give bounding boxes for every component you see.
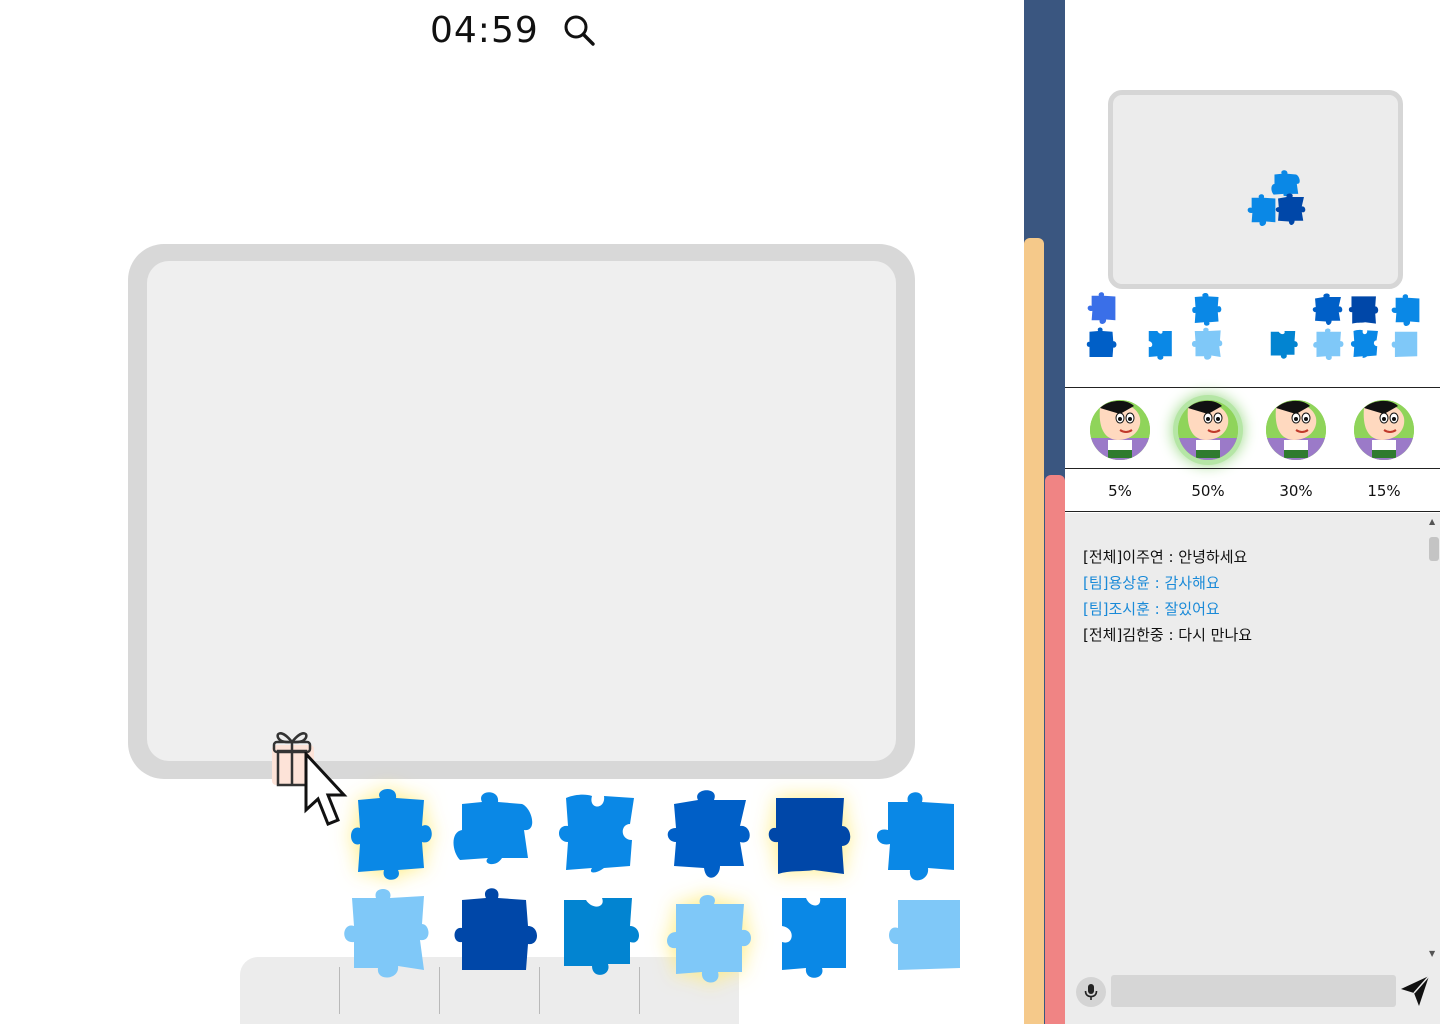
chat-log[interactable]: [전체]이주연 : 안녕하세요 [팀]용상윤 : 감사해요 [팀]조시훈 : 잘… <box>1065 513 1440 963</box>
player-avatar[interactable] <box>1090 400 1150 460</box>
puzzle-board-frame <box>128 244 915 779</box>
chat-message-team: [팀]조시훈 : 잘있어요 <box>1083 600 1220 618</box>
search-icon[interactable] <box>561 12 597 48</box>
mini-piece[interactable] <box>1310 292 1346 328</box>
chat-input[interactable] <box>1111 975 1396 1007</box>
scroll-thumb[interactable] <box>1429 537 1439 561</box>
divider <box>1065 468 1440 469</box>
mini-piece[interactable] <box>1345 292 1381 328</box>
player-progress-list: 5% 50% 30% 15% <box>1065 478 1440 504</box>
game-stage: 04:59 5% 50% 30% 15% [전체]이주연: 안녕하세요 [팀]… <box>0 0 1440 1024</box>
player-progress: 50% <box>1191 482 1225 500</box>
send-icon[interactable] <box>1399 974 1431 1008</box>
timer-bar: 04:59 <box>430 8 630 52</box>
puzzle-piece[interactable] <box>448 786 540 886</box>
chat-input-row <box>1065 963 1440 1024</box>
minimap[interactable] <box>1108 90 1403 289</box>
mic-icon[interactable] <box>1076 977 1106 1007</box>
puzzle-piece[interactable] <box>880 884 972 984</box>
divider <box>1065 511 1440 512</box>
player-progress: 15% <box>1367 482 1401 500</box>
chat-scrollbar[interactable]: ▲ ▼ <box>1426 513 1440 963</box>
team-progress-bar-yellow <box>1024 238 1044 1024</box>
minimap-piece <box>1275 193 1306 226</box>
puzzle-piece[interactable] <box>448 884 540 984</box>
mini-piece[interactable] <box>1083 326 1119 362</box>
mini-piece[interactable] <box>1347 326 1383 362</box>
puzzle-piece[interactable] <box>770 884 862 984</box>
puzzle-piece[interactable] <box>340 884 432 984</box>
mini-piece[interactable] <box>1265 326 1301 362</box>
player-progress: 5% <box>1108 482 1132 500</box>
scroll-down-icon[interactable]: ▼ <box>1429 949 1435 958</box>
mini-piece[interactable] <box>1387 326 1423 362</box>
mini-piece[interactable] <box>1083 290 1119 326</box>
chat-message-team: [팀]용상윤 : 감사해요 <box>1083 574 1220 592</box>
team-progress-bar-red <box>1045 475 1065 1024</box>
puzzle-piece[interactable] <box>346 786 438 886</box>
puzzle-piece[interactable] <box>552 784 644 884</box>
chat-message: [전체]김한중 : 다시 만나요 <box>1083 626 1253 644</box>
cursor-icon <box>304 752 348 826</box>
tray-slot[interactable] <box>240 967 340 1014</box>
mini-piece[interactable] <box>1310 326 1346 362</box>
player-avatar[interactable] <box>1354 400 1414 460</box>
mini-piece[interactable] <box>1189 292 1225 328</box>
player-avatar-active[interactable] <box>1178 400 1238 460</box>
mini-piece[interactable] <box>1143 326 1179 362</box>
countdown-timer: 04:59 <box>430 9 539 51</box>
puzzle-piece[interactable] <box>662 888 754 988</box>
mini-piece[interactable] <box>1387 292 1423 328</box>
player-avatar[interactable] <box>1266 400 1326 460</box>
player-list <box>1065 388 1440 468</box>
puzzle-piece[interactable] <box>664 786 756 886</box>
mini-piece[interactable] <box>1189 326 1225 362</box>
puzzle-piece[interactable] <box>868 786 960 886</box>
player-progress: 30% <box>1279 482 1313 500</box>
scroll-up-icon[interactable]: ▲ <box>1429 517 1435 526</box>
chat-message: [전체]이주연 : 안녕하세요 <box>1083 548 1248 566</box>
side-panel: 5% 50% 30% 15% [전체]이주연 : 안녕하세요 [팀]용상윤 : … <box>1065 0 1440 1024</box>
puzzle-piece[interactable] <box>552 884 644 984</box>
puzzle-piece[interactable] <box>762 786 854 886</box>
puzzle-board[interactable] <box>147 261 896 761</box>
